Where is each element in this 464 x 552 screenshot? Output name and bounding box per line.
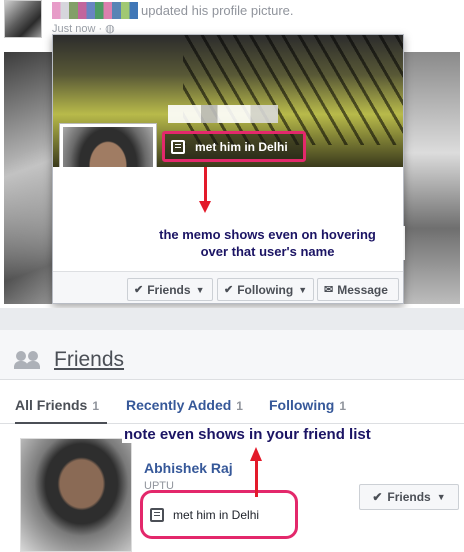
following-button[interactable]: ✔ Following ▼ <box>217 278 314 301</box>
chevron-down-icon: ▼ <box>436 492 446 502</box>
post-author-name-blurred[interactable] <box>52 2 138 19</box>
friends-header: Friends <box>0 330 464 380</box>
friends-button[interactable]: ✔ Friends ▼ <box>127 278 213 301</box>
profile-hover-card: met him in Delhi ✔ Friends ▼ ✔ Following… <box>52 34 404 304</box>
friends-icon <box>14 351 42 369</box>
friends-tabs: All Friends 1 Recently Added 1 Following 1 <box>0 380 464 424</box>
post-action-text: updated his profile picture. <box>141 3 294 18</box>
chevron-down-icon: ▼ <box>195 284 205 295</box>
friends-section: Friends All Friends 1 Recently Added 1 Fol… <box>0 330 464 552</box>
tab-following-count: 1 <box>339 399 347 413</box>
annotation-arrow <box>204 167 207 203</box>
tab-all-friends[interactable]: All Friends 1 <box>15 397 99 413</box>
message-button-label: Message <box>337 282 388 297</box>
annotation-arrowhead <box>199 201 211 213</box>
tab-following-label: Following <box>269 397 335 413</box>
note-icon <box>150 507 164 522</box>
tab-all-friends-count: 1 <box>92 399 100 413</box>
annotation-caption-bottom: note even shows in your friend list <box>122 426 373 443</box>
friend-memo-text: met him in Delhi <box>173 507 260 522</box>
hover-card-memo: met him in Delhi <box>162 131 306 162</box>
annotation-line-1: the memo shows even on hovering <box>159 227 376 242</box>
hover-card-name-blurred[interactable] <box>168 105 278 123</box>
friend-list-item: Abhishek Raj UPTU met him in Delhi ✔ Fri… <box>20 438 460 552</box>
message-button[interactable]: ✉ Message <box>317 278 399 301</box>
hover-card-actions: ✔ Friends ▼ ✔ Following ▼ ✉ Message <box>53 271 403 303</box>
annotation-line-2: over that user's name <box>200 244 335 259</box>
tab-recently-added-label: Recently Added <box>126 397 232 413</box>
chevron-down-icon: ▼ <box>298 284 308 295</box>
friends-button-label: Friends <box>147 282 191 297</box>
checkmark-icon: ✔ <box>372 490 383 504</box>
message-icon: ✉ <box>324 284 334 296</box>
checkmark-icon: ✔ <box>134 284 144 296</box>
friend-status-button-label: Friends <box>387 490 431 504</box>
tab-recently-added-count: 1 <box>236 399 243 413</box>
note-icon <box>171 139 185 154</box>
friends-title-link[interactable]: Friends <box>54 348 124 372</box>
active-tab-indicator <box>15 422 107 424</box>
tab-all-friends-label: All Friends <box>15 397 88 413</box>
hover-card-memo-text: met him in Delhi <box>195 139 288 154</box>
following-button-label: Following <box>237 282 294 297</box>
post-photo-edge <box>404 52 460 304</box>
friend-memo: met him in Delhi <box>140 490 298 539</box>
friend-name-link[interactable]: Abhishek Raj <box>144 460 233 476</box>
annotation-caption-top: the memo shows even on hovering over tha… <box>130 226 405 260</box>
friend-status-button[interactable]: ✔ Friends ▼ <box>359 484 459 510</box>
post-author-avatar[interactable] <box>4 0 42 38</box>
friend-avatar[interactable] <box>20 438 132 552</box>
cover-photo-detail <box>183 35 403 145</box>
annotation-arrow <box>255 461 258 497</box>
checkmark-icon: ✔ <box>224 284 234 296</box>
feed-post: updated his profile picture. Just now · … <box>0 0 464 308</box>
tab-recently-added[interactable]: Recently Added 1 <box>126 397 243 413</box>
tab-following[interactable]: Following 1 <box>269 397 346 413</box>
annotation-arrowhead <box>250 447 262 461</box>
